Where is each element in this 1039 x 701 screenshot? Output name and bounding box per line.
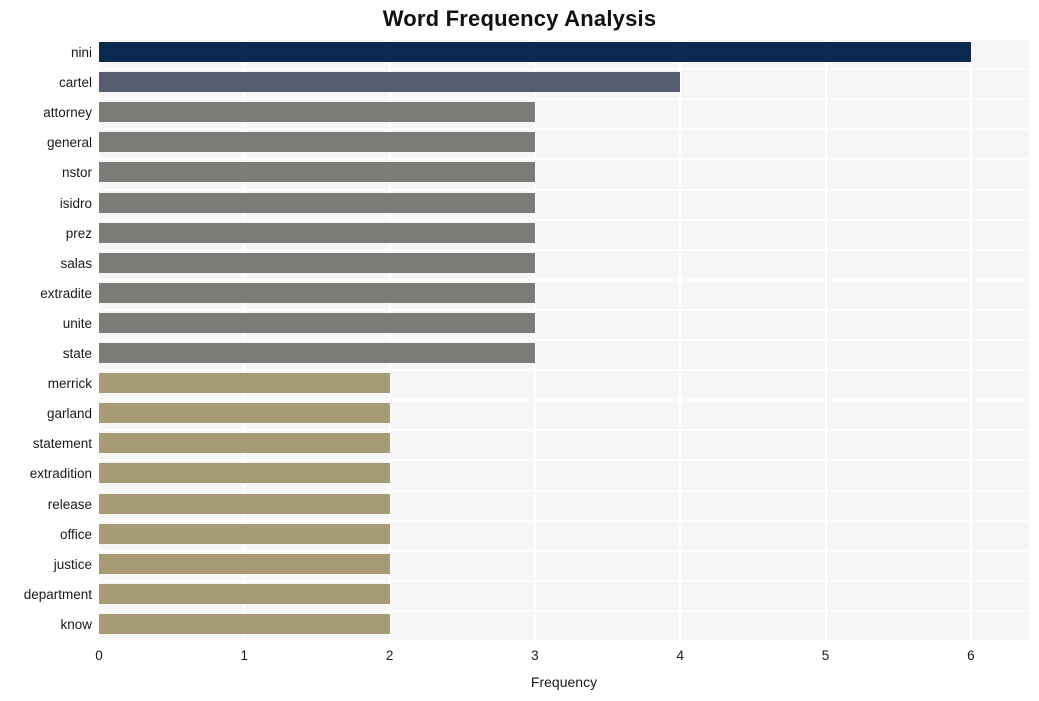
bar-row [99,158,1029,187]
y-axis-tick-label: attorney [43,105,92,121]
bar-row [99,459,1029,488]
bar[interactable] [99,433,390,454]
y-axis-tick-label: state [62,346,92,362]
chart-title: Word Frequency Analysis [382,6,657,31]
bar-row [99,219,1029,248]
bar-row [99,38,1029,67]
y-axis-tick-label: statement [32,436,92,452]
y-axis-tick-label: extradition [29,466,92,482]
bar-row [99,339,1029,368]
x-axis-tick-label: 5 [821,648,830,663]
x-axis-tick-label: 2 [385,648,394,663]
x-axis-tick-label: 6 [967,648,975,663]
bar-row [99,520,1029,549]
y-axis-tick-label: department [23,586,92,602]
y-axis-tick-label: merrick [47,376,92,392]
y-axis-tick-label: isidro [59,195,92,211]
bar[interactable] [99,583,390,604]
x-axis-title: Frequency [530,674,598,690]
bar[interactable] [99,132,535,153]
bar-row [99,610,1029,639]
bar[interactable] [99,222,535,243]
bar[interactable] [99,162,535,183]
y-axis-tick-label: garland [46,406,92,422]
y-axis-tick-label: general [46,135,92,151]
chart-figure: Word Frequency Analysis nini cartel attorn… [0,0,1039,701]
x-axis-tick-label: 3 [531,648,539,663]
bar-row [99,128,1029,157]
bar-row [99,490,1029,519]
bar-row [99,309,1029,338]
x-axis-tick-labels: 0 1 2 3 4 5 6 [0,648,1039,668]
bar[interactable] [99,553,390,574]
y-axis-tick-label: salas [60,255,92,271]
y-axis-tick-label: justice [53,556,92,572]
bar-row [99,249,1029,278]
bar[interactable] [99,312,535,333]
bar[interactable] [99,72,681,93]
bar[interactable] [99,42,971,62]
bar-row [99,279,1029,308]
bar[interactable] [99,463,390,484]
bar[interactable] [99,343,535,363]
bar-row [99,429,1029,458]
bar[interactable] [99,282,535,303]
y-axis-tick-label: prez [65,225,92,241]
y-axis-tick-label: unite [62,315,92,331]
bar-row [99,189,1029,218]
y-axis-tick-label: nini [70,45,92,61]
bar[interactable] [99,373,390,394]
bar-row [99,68,1029,97]
bar[interactable] [99,192,535,213]
y-axis-tick-label: know [60,616,92,632]
bar[interactable] [99,613,390,634]
bar-row [99,399,1029,428]
x-axis-tick-label: 4 [676,648,684,663]
bar[interactable] [99,252,535,273]
plot-area [99,38,1029,640]
y-axis-tick-label: extradite [40,285,92,301]
bar[interactable] [99,523,390,544]
bar-row [99,550,1029,579]
bar-row [99,580,1029,609]
bar[interactable] [99,403,390,424]
bar-row [99,98,1029,127]
y-axis-tick-labels: nini cartel attorney general nstor isidro prez… [0,38,92,640]
y-axis-tick-label: release [47,496,92,512]
bar[interactable] [99,102,535,123]
y-axis-tick-label: nstor [61,165,92,181]
y-axis-tick-label: cartel [58,75,92,91]
bar[interactable] [99,493,390,514]
x-axis-tick-label: 0 [95,648,103,663]
bar-row [99,369,1029,398]
x-axis-tick-label: 1 [240,648,249,663]
y-axis-tick-label: office [59,526,92,542]
